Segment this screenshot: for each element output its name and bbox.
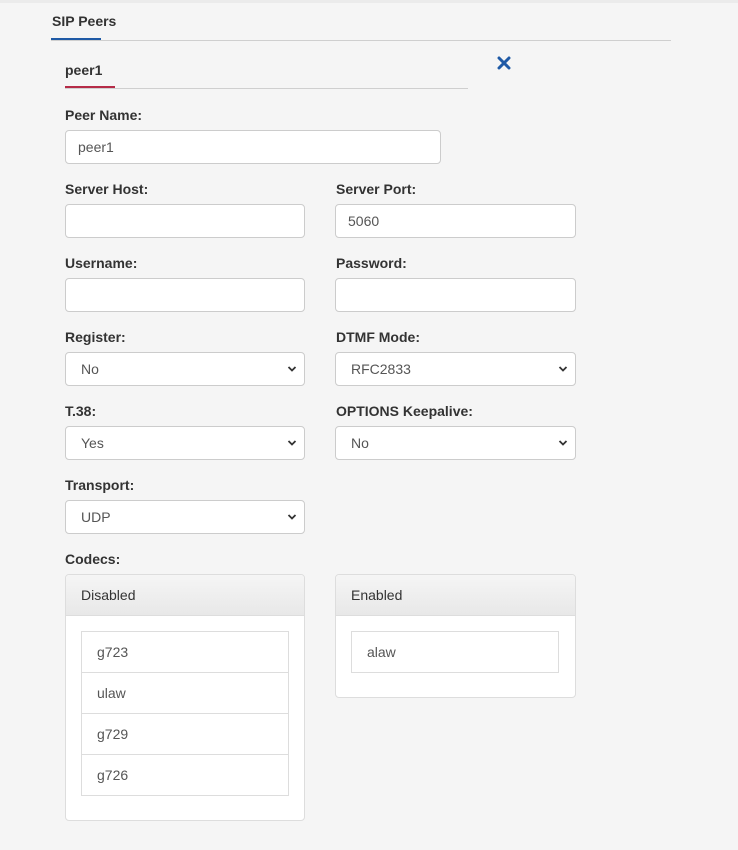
chevron-down-icon [287,440,297,446]
password-input[interactable] [335,278,576,312]
peer-name-input[interactable] [65,130,441,164]
tab-divider [51,40,671,41]
codec-list-item[interactable]: ulaw [81,672,289,714]
codec-list-item[interactable]: g723 [81,631,289,673]
peer-tab-divider [65,88,468,89]
transport-selected-value: UDP [81,509,111,525]
chevron-down-icon [558,366,568,372]
register-select[interactable]: No [65,352,305,386]
t38-select[interactable]: Yes [65,426,305,460]
chevron-down-icon [558,440,568,446]
tab-sip-peers[interactable]: SIP Peers [52,13,116,29]
enabled-codecs-heading: Enabled [336,575,575,616]
codec-list-item[interactable]: g726 [81,754,289,796]
peer-name-label: Peer Name: [65,107,143,123]
codec-list-item[interactable]: alaw [351,631,559,673]
dtmf-mode-label: DTMF Mode: [336,329,420,345]
options-keepalive-label: OPTIONS Keepalive: [336,403,473,419]
enabled-codecs-panel: Enabled alaw [335,574,576,698]
transport-label: Transport: [65,477,135,493]
chevron-down-icon [287,514,297,520]
password-label: Password: [336,255,407,271]
close-x-icon [497,56,511,70]
options-keepalive-selected-value: No [351,435,369,451]
top-border [0,0,738,3]
tab-peer[interactable]: peer1 [65,62,102,78]
disabled-codecs-heading: Disabled [66,575,304,616]
disabled-codecs-panel: Disabled g723 ulaw g729 g726 [65,574,305,821]
codec-list-item[interactable]: g729 [81,713,289,755]
server-host-input[interactable] [65,204,305,238]
transport-select[interactable]: UDP [65,500,305,534]
username-input[interactable] [65,278,305,312]
server-port-label: Server Port: [336,181,417,197]
dtmf-mode-selected-value: RFC2833 [351,361,411,377]
register-label: Register: [65,329,126,345]
codecs-label: Codecs: [65,551,121,567]
chevron-down-icon [287,366,297,372]
server-host-label: Server Host: [65,181,149,197]
server-port-input[interactable] [335,204,576,238]
close-peer-button[interactable] [497,56,513,72]
t38-selected-value: Yes [81,435,104,451]
username-label: Username: [65,255,138,271]
register-selected-value: No [81,361,99,377]
options-keepalive-select[interactable]: No [335,426,576,460]
dtmf-mode-select[interactable]: RFC2833 [335,352,576,386]
t38-label: T.38: [65,403,97,419]
